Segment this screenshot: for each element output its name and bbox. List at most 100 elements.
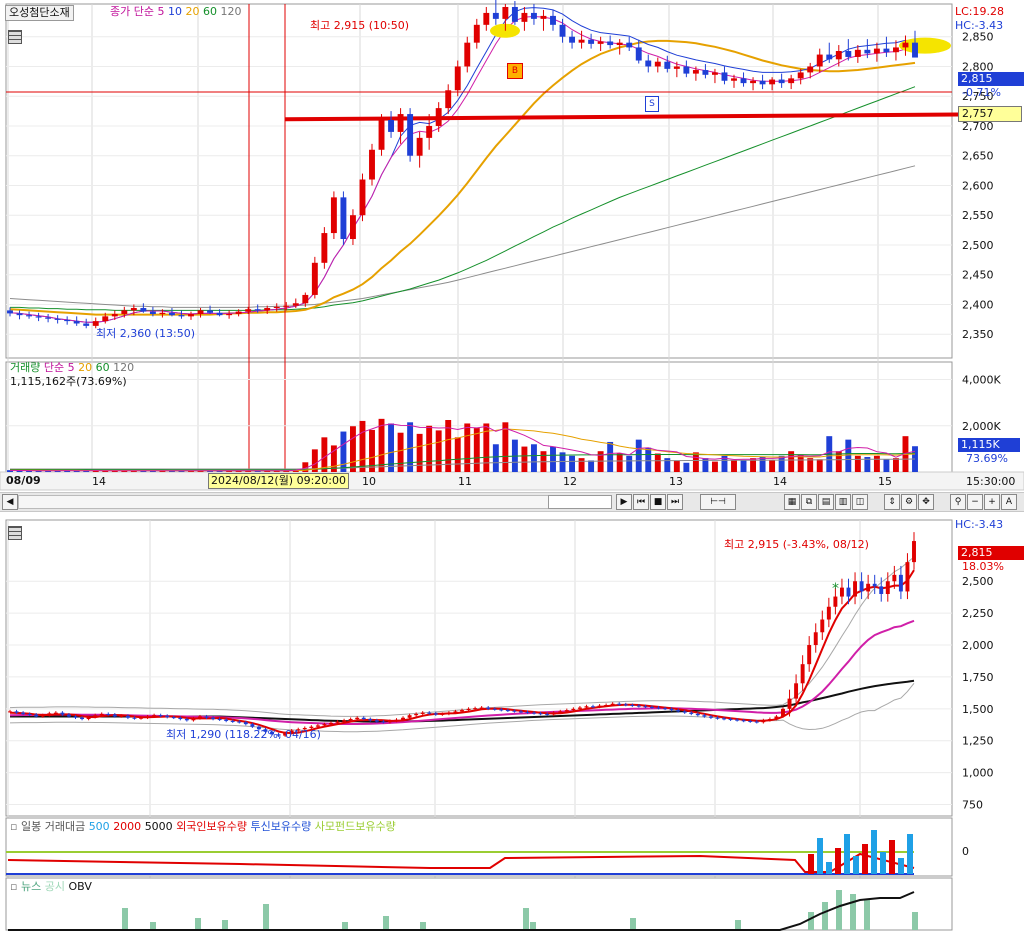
daily-low-note: 최저 1,290 (118.22%, 04/16) (166, 728, 321, 741)
flow-legend[interactable]: ▫ 일봉 거래대금 500 2000 5000 외국인보유수량 투신보유수량 사… (10, 820, 396, 834)
daily-candle-body (492, 708, 497, 710)
scroll-thumb[interactable] (548, 495, 612, 509)
candle-body (73, 321, 80, 324)
candle-body (121, 310, 128, 314)
candle-body (359, 179, 366, 216)
price-ma-legend[interactable]: 종가 단순 5 10 20 60 120 (110, 5, 241, 19)
candle-body (521, 12, 528, 22)
news-bar (912, 912, 918, 930)
volume-bar (759, 456, 766, 472)
candle-body (149, 311, 156, 314)
daily-candle-body (211, 717, 216, 720)
chart-type-icon[interactable]: ⇕ (884, 494, 900, 510)
daily-candle-body (564, 710, 569, 712)
zoom-slider-icon[interactable]: ⊢⊣ (700, 494, 736, 510)
layout-alt-icon[interactable]: ▥ (835, 494, 851, 510)
daily-candle-body (407, 715, 412, 718)
zoom-out-button[interactable]: − (967, 494, 983, 510)
candle-body (254, 309, 261, 311)
volume-bar (588, 460, 595, 472)
change-pct-label: -0.71% (962, 86, 1001, 99)
news-legend[interactable]: ▫ 뉴스 공시 OBV (10, 880, 92, 894)
flow-bar (880, 852, 886, 874)
volume-bar (854, 455, 861, 472)
zoom-in-button[interactable]: + (984, 494, 1000, 510)
flow-legend-trust: 투신보유수량 (250, 820, 312, 833)
daily-candle-body (525, 712, 530, 714)
scroll-right-button[interactable]: ▶ (616, 494, 632, 510)
period-icon[interactable]: ▦ (784, 494, 800, 510)
stock-name-box[interactable]: 오성첨단소재 (5, 5, 74, 21)
candle-body (883, 48, 890, 53)
candle-body (321, 233, 328, 263)
daily-candle-body (479, 707, 484, 709)
move-icon[interactable]: ✥ (918, 494, 934, 510)
daily-chart-svg[interactable]: 750 1,000 1,250 1,500 1,750 2,000 2,250 2,500 (0, 516, 1024, 932)
candle-body (578, 39, 585, 43)
daily-candle-body (748, 720, 753, 722)
scroll-left-button[interactable]: ◀ (2, 494, 18, 510)
daily-candle-body (27, 713, 32, 715)
daily-candle-body (243, 722, 248, 725)
candle-body (54, 318, 61, 320)
daily-candle-body (577, 707, 582, 709)
candle-body (692, 70, 699, 74)
scroll-toolbar[interactable]: ◀ ▶ ⏮ ■ ⏭ ⊢⊣ ▦ ⧉ ▤ ▥ ◫ ⇕ ⚙ ✥ ⚲ − + A (0, 492, 1024, 512)
candle-body (892, 47, 899, 53)
candle-body (45, 317, 52, 319)
candle-body (416, 137, 423, 156)
flow-bar (817, 838, 823, 874)
candle-body (130, 308, 137, 311)
daily-candle-body (591, 706, 595, 708)
candle-body (826, 54, 833, 60)
candle-body (473, 24, 480, 43)
news-bar (150, 922, 156, 930)
time-tick-label: 10 (362, 475, 376, 488)
table-icon-daily[interactable] (8, 526, 22, 540)
daily-candle-body (912, 541, 916, 563)
daily-candle-body (387, 720, 392, 723)
candle-body (873, 48, 880, 54)
volume-bar (711, 461, 718, 472)
daily-candle-body (47, 713, 52, 716)
candle-body (654, 61, 661, 67)
daily-candle-body (132, 717, 137, 719)
daily-candle-body (623, 704, 628, 706)
price-tick-label: 2,400 (962, 298, 994, 311)
table-icon[interactable] (8, 30, 22, 44)
auto-button[interactable]: A (1001, 494, 1017, 510)
volume-tick-label: 4,000K (962, 374, 1001, 387)
last-page-button[interactable]: ⏭ (667, 494, 683, 510)
daily-candle-body (368, 719, 373, 721)
layout-icon[interactable]: ▤ (818, 494, 834, 510)
copy-icon[interactable]: ⧉ (801, 494, 817, 510)
daily-candle-body (846, 587, 851, 597)
daily-candle-body (21, 712, 26, 714)
scroll-track[interactable] (18, 495, 550, 509)
stop-button[interactable]: ■ (650, 494, 666, 510)
candle-body (7, 310, 13, 314)
time-tick-label: 14 (92, 475, 106, 488)
time-tick-label: 15 (878, 475, 892, 488)
candle-body (216, 312, 223, 316)
candle-body (330, 197, 337, 234)
daily-candle-body (643, 706, 648, 708)
split-icon[interactable]: ◫ (852, 494, 868, 510)
lc-label: LC:19.28 (955, 5, 1005, 18)
settings-icon[interactable]: ⚙ (901, 494, 917, 510)
daily-candle-body (558, 711, 563, 713)
volume-bar (359, 420, 366, 472)
first-page-button[interactable]: ⏮ (633, 494, 649, 510)
flow-bar (808, 854, 814, 874)
volume-legend[interactable]: 거래량 단순 5 20 60 120 (10, 361, 134, 375)
daily-candle-body (532, 712, 537, 714)
daily-candle-body (99, 713, 104, 716)
daily-candle-body (833, 596, 838, 607)
news-bar (530, 922, 536, 930)
legend-ma10: 10 (167, 5, 182, 18)
daily-candle-body (617, 703, 622, 705)
candle-body (83, 323, 90, 326)
search-icon[interactable]: ⚲ (950, 494, 966, 510)
flow-legend-5000: 5000 (144, 820, 173, 833)
hc-label-daily: HC:-3.43 (955, 518, 1004, 531)
